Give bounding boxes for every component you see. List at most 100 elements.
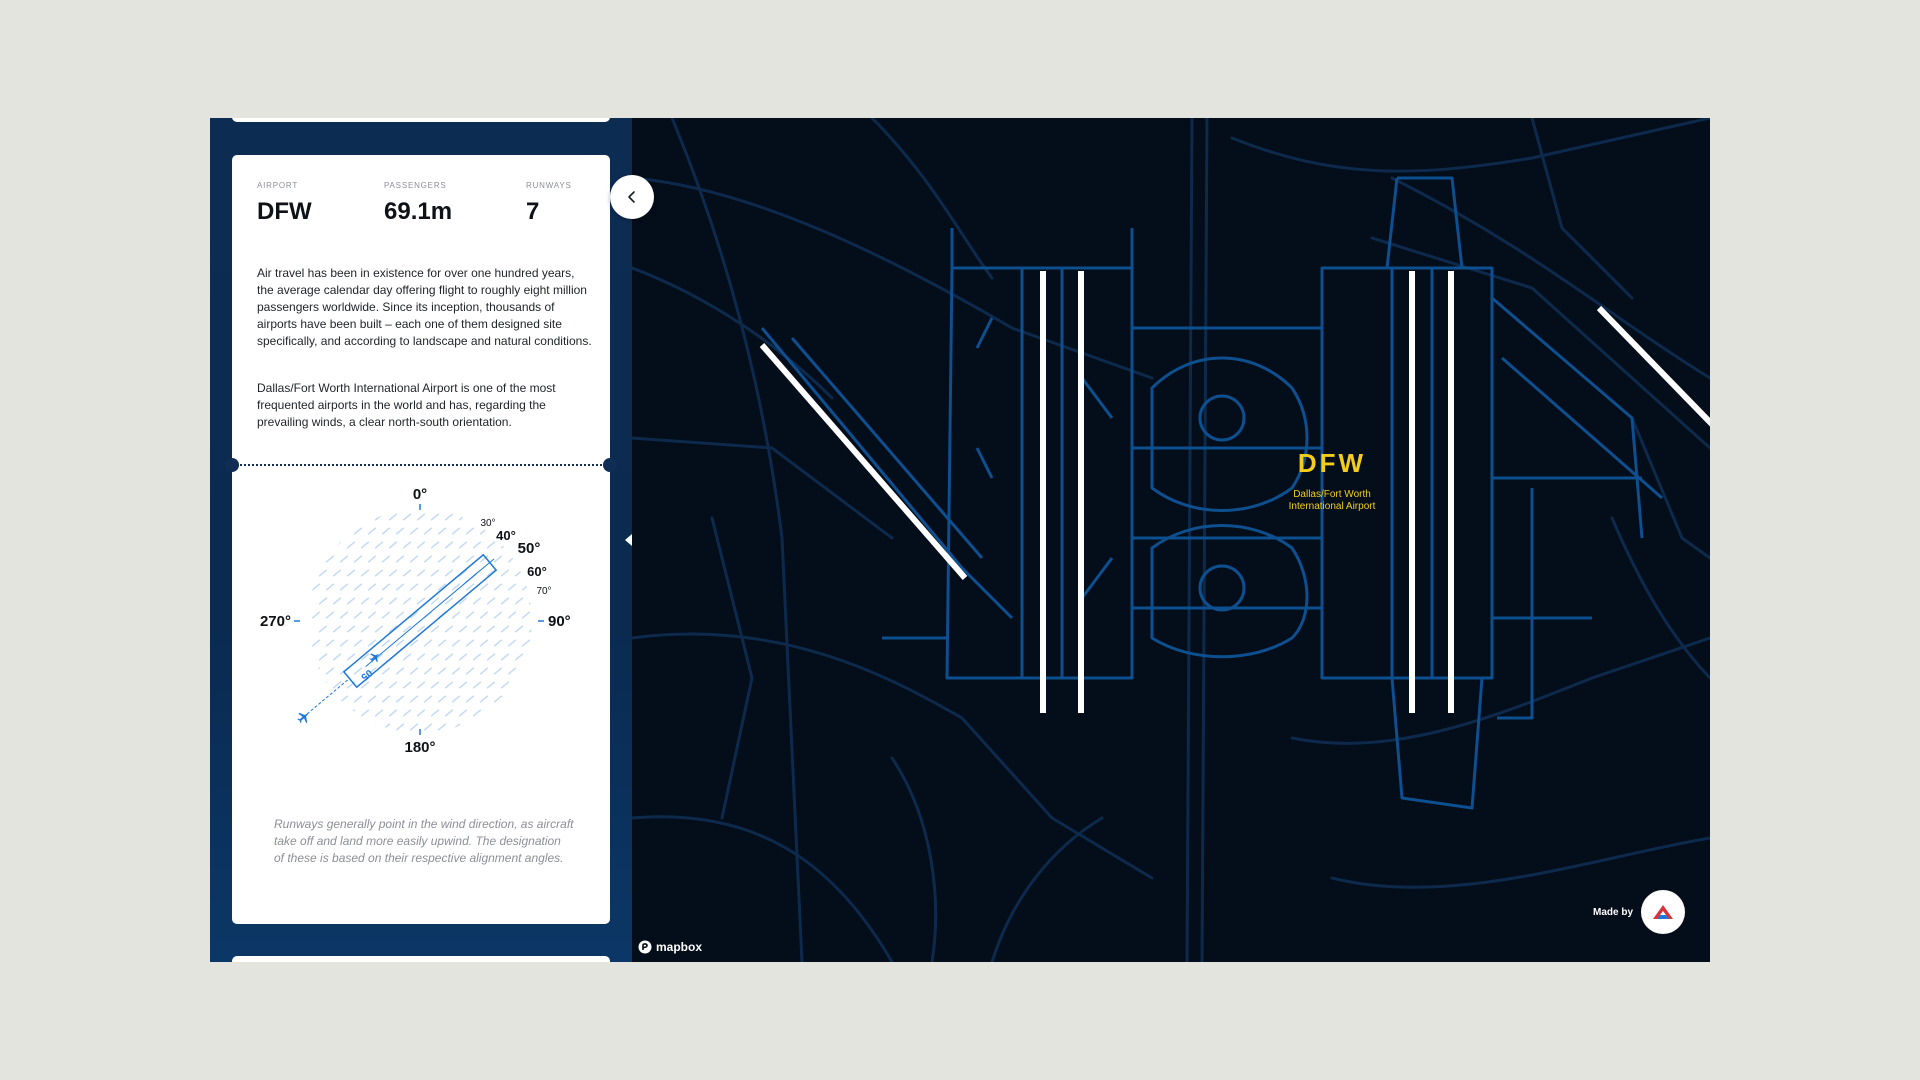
map-canvas[interactable] (632, 118, 1710, 962)
wind-mark (430, 513, 440, 521)
wind-mark (514, 681, 524, 689)
wind-mark (528, 625, 532, 633)
wind-mark (437, 695, 447, 703)
wind-mark (332, 513, 342, 521)
wind-mark (409, 555, 419, 563)
angle-label-40: 40° (496, 528, 516, 543)
wind-mark (528, 597, 532, 605)
wind-mark (465, 639, 475, 647)
wind-mark (423, 695, 433, 703)
wind-mark (395, 555, 405, 563)
wind-mark (311, 667, 321, 675)
previous-card[interactable] (232, 118, 610, 122)
wind-mark (500, 681, 510, 689)
wind-mark (311, 695, 321, 703)
wind-mark (493, 667, 503, 675)
wind-mark (521, 723, 531, 731)
wind-mark (388, 597, 398, 605)
wind-mark (367, 695, 377, 703)
angle-label-50: 50° (518, 540, 541, 557)
wind-mark (472, 625, 482, 633)
wind-mark (360, 541, 370, 549)
wind-mark (388, 541, 398, 549)
wind-mark (360, 709, 370, 717)
wind-mark (409, 527, 419, 535)
wind-mark (311, 583, 321, 591)
wind-mark (402, 597, 412, 605)
angle-label-30: 30° (480, 518, 495, 529)
wind-mark (367, 555, 377, 563)
wind-mark (339, 695, 349, 703)
wind-mark (423, 639, 433, 647)
wind-mark (493, 583, 503, 591)
collapse-sidebar-button[interactable] (610, 175, 654, 219)
wind-mark (423, 527, 433, 535)
wind-mark (500, 569, 510, 577)
map-airport-code[interactable]: DFW (1232, 448, 1432, 479)
wind-mark (402, 653, 412, 661)
wind-mark (507, 723, 517, 731)
compass-north-label: 0° (413, 486, 427, 503)
wind-mark (493, 555, 503, 563)
wind-mark (325, 555, 335, 563)
wind-mark (493, 611, 503, 619)
made-by-credit[interactable]: Made by (1593, 890, 1686, 934)
plane-icon (367, 649, 383, 665)
sidebar-edge-tab[interactable] (625, 534, 632, 546)
wind-mark (507, 583, 517, 591)
wind-mark (311, 639, 321, 647)
wind-mark (451, 527, 461, 535)
wind-mark (430, 569, 440, 577)
wind-mark (451, 695, 461, 703)
wind-mark (521, 639, 531, 647)
wind-mark (423, 723, 433, 731)
wind-mark (381, 527, 391, 535)
wind-mark (346, 513, 356, 521)
wind-mark (353, 695, 363, 703)
wind-mark (416, 541, 426, 549)
wind-mark (430, 541, 440, 549)
wind-mark (444, 681, 454, 689)
wind-mark (500, 653, 510, 661)
wind-mark (402, 625, 412, 633)
wind-mark (528, 513, 532, 521)
mapbox-attribution[interactable]: mapbox (638, 940, 702, 954)
wind-mark (416, 597, 426, 605)
wind-mark (409, 695, 419, 703)
wind-mark (486, 653, 496, 661)
wind-mark (486, 681, 496, 689)
bearing-line (464, 558, 495, 584)
wind-mark (479, 639, 489, 647)
wind-mark (437, 527, 447, 535)
wind-mark (388, 513, 398, 521)
wind-mark (381, 555, 391, 563)
wind-mark (318, 653, 328, 661)
wind-mark (507, 695, 517, 703)
wind-mark (374, 709, 384, 717)
wind-mark (493, 723, 503, 731)
wind-mark (514, 513, 524, 521)
wind-mark (360, 569, 370, 577)
wind-mark (430, 625, 440, 633)
wind-mark (374, 625, 384, 633)
wind-mark (437, 639, 447, 647)
wind-mark (451, 667, 461, 675)
wind-mark (374, 681, 384, 689)
wind-mark (353, 611, 363, 619)
wind-mark (500, 513, 510, 521)
wind-mark (472, 541, 482, 549)
next-card[interactable] (232, 956, 610, 962)
wind-mark (437, 555, 447, 563)
wind-mark (458, 653, 468, 661)
wind-mark (409, 583, 419, 591)
wind-mark (507, 639, 517, 647)
wind-mark (451, 723, 461, 731)
wind-mark (423, 555, 433, 563)
wind-mark (500, 625, 510, 633)
wind-field (311, 513, 532, 731)
wind-mark (388, 709, 398, 717)
wind-mark (430, 597, 440, 605)
wind-mark (402, 709, 412, 717)
wind-mark (521, 667, 531, 675)
wind-mark (479, 583, 489, 591)
